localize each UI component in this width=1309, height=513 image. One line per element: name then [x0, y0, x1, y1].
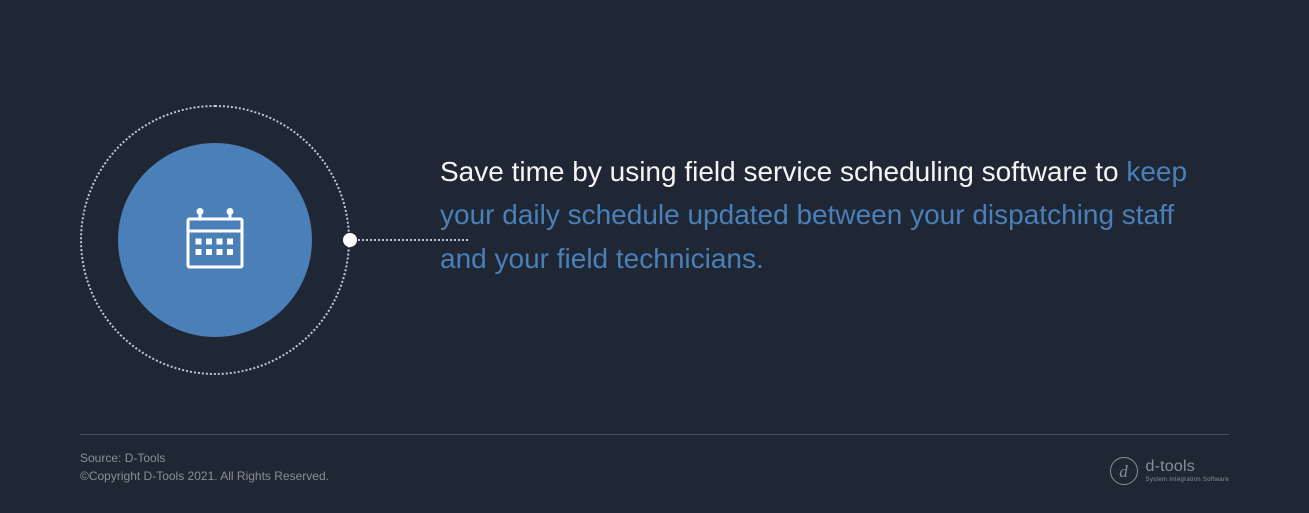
main-content: Save time by using field service schedul… [0, 0, 1309, 430]
logo-tagline: System Integration Software [1146, 477, 1229, 483]
copy-plain: Save time by using field service schedul… [440, 156, 1126, 187]
logo-text: d-tools System Integration Software [1146, 459, 1229, 483]
source-line: Source: D-Tools [80, 449, 329, 467]
slide: Save time by using field service schedul… [0, 0, 1309, 513]
footer-row: Source: D-Tools ©Copyright D-Tools 2021.… [80, 449, 1229, 485]
calendar-icon [179, 204, 251, 276]
logo-mark: d [1110, 457, 1138, 485]
brand-logo: d d-tools System Integration Software [1110, 457, 1229, 485]
logo-name: d-tools [1146, 459, 1229, 475]
connector-node [343, 233, 357, 247]
icon-circle [118, 143, 312, 337]
footer-rule [80, 434, 1229, 435]
copyright-line: ©Copyright D-Tools 2021. All Rights Rese… [80, 467, 329, 485]
footer-text: Source: D-Tools ©Copyright D-Tools 2021.… [80, 449, 329, 485]
footer: Source: D-Tools ©Copyright D-Tools 2021.… [80, 434, 1229, 485]
connector-line [358, 239, 468, 241]
graphic-block [0, 0, 440, 430]
body-copy: Save time by using field service schedul… [440, 150, 1309, 280]
